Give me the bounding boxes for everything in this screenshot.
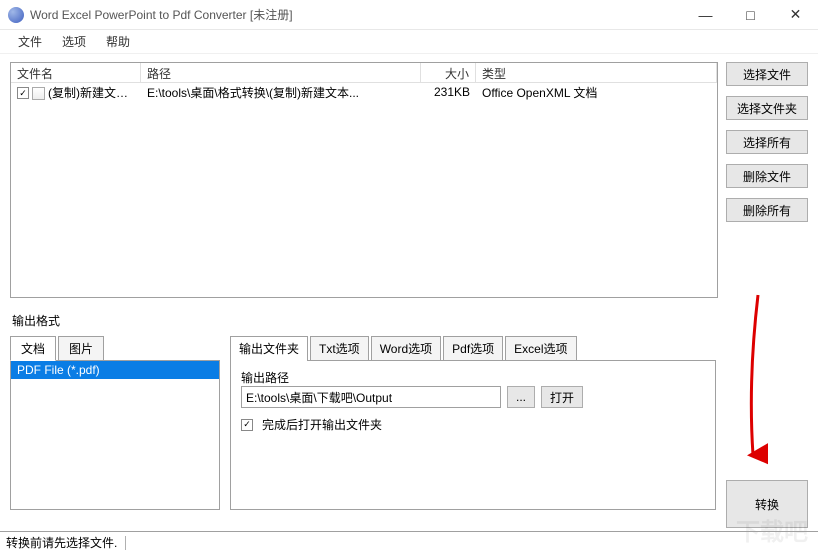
file-icon	[32, 87, 45, 100]
window-controls: ― □ ✕	[683, 0, 818, 29]
app-icon	[8, 7, 24, 23]
col-header-name[interactable]: 文件名	[11, 63, 141, 82]
menubar: 文件 选项 帮助	[0, 30, 818, 54]
col-header-type[interactable]: 类型	[476, 63, 717, 82]
cell-size: 231KB	[421, 85, 476, 99]
browse-button[interactable]: ...	[507, 386, 535, 408]
output-path-row: ... 打开	[241, 386, 705, 408]
status-separator	[125, 536, 126, 550]
close-button[interactable]: ✕	[773, 0, 818, 29]
window-title: Word Excel PowerPoint to Pdf Converter […	[30, 6, 683, 23]
output-path-label: 输出路径	[241, 369, 705, 386]
cell-path: E:\tools\桌面\格式转换\(复制)新建文本...	[141, 84, 421, 101]
tab-image[interactable]: 图片	[58, 336, 104, 361]
col-header-path[interactable]: 路径	[141, 63, 421, 82]
format-panel: 文档 图片 PDF File (*.pdf)	[10, 335, 220, 510]
main-area: 文件名 路径 大小 类型 ✓ (复制)新建文本... E:\tools\桌面\格式…	[0, 54, 818, 510]
menu-file[interactable]: 文件	[8, 31, 52, 52]
tab-pdf-options[interactable]: Pdf选项	[443, 336, 503, 361]
open-after-label: 完成后打开输出文件夹	[262, 416, 382, 433]
tab-output-folder[interactable]: 输出文件夹	[230, 336, 308, 361]
tab-document[interactable]: 文档	[10, 336, 56, 361]
menu-options[interactable]: 选项	[52, 31, 96, 52]
cell-name-text: (复制)新建文本...	[48, 86, 138, 100]
select-folder-button[interactable]: 选择文件夹	[726, 96, 808, 120]
file-list[interactable]: 文件名 路径 大小 类型 ✓ (复制)新建文本... E:\tools\桌面\格式…	[10, 62, 718, 298]
output-tab-body: 输出路径 ... 打开 ✓ 完成后打开输出文件夹	[230, 360, 716, 510]
open-after-row: ✓ 完成后打开输出文件夹	[241, 416, 705, 433]
col-header-size[interactable]: 大小	[421, 63, 476, 82]
filelist-wrap: 文件名 路径 大小 类型 ✓ (复制)新建文本... E:\tools\桌面\格式…	[10, 62, 808, 298]
side-buttons: 选择文件 选择文件夹 选择所有 删除文件 删除所有	[726, 62, 808, 298]
status-text: 转换前请先选择文件.	[6, 534, 117, 551]
output-tabs: 输出文件夹 Txt选项 Word选项 Pdf选项 Excel选项	[230, 336, 716, 361]
output-path-input[interactable]	[241, 386, 501, 408]
select-all-button[interactable]: 选择所有	[726, 130, 808, 154]
cell-name: ✓ (复制)新建文本...	[11, 84, 141, 101]
tab-txt-options[interactable]: Txt选项	[310, 336, 369, 361]
select-file-button[interactable]: 选择文件	[726, 62, 808, 86]
delete-file-button[interactable]: 删除文件	[726, 164, 808, 188]
lower-panel: 文档 图片 PDF File (*.pdf) 输出文件夹 Txt选项 Word选…	[10, 335, 808, 510]
output-format-label: 输出格式	[12, 312, 808, 329]
titlebar: Word Excel PowerPoint to Pdf Converter […	[0, 0, 818, 30]
table-row[interactable]: ✓ (复制)新建文本... E:\tools\桌面\格式转换\(复制)新建文本..…	[11, 83, 717, 101]
minimize-button[interactable]: ―	[683, 0, 728, 29]
format-tabs: 文档 图片	[10, 336, 220, 361]
format-list[interactable]: PDF File (*.pdf)	[11, 361, 219, 509]
maximize-button[interactable]: □	[728, 0, 773, 29]
row-checkbox[interactable]: ✓	[17, 87, 29, 99]
cell-type: Office OpenXML 文档	[476, 84, 717, 101]
format-tab-body: PDF File (*.pdf)	[10, 360, 220, 510]
file-list-header: 文件名 路径 大小 类型	[11, 63, 717, 83]
open-after-checkbox[interactable]: ✓	[241, 419, 253, 431]
tab-word-options[interactable]: Word选项	[371, 336, 441, 361]
convert-button[interactable]: 转换	[726, 480, 808, 528]
statusbar: 转换前请先选择文件.	[0, 531, 818, 553]
tab-excel-options[interactable]: Excel选项	[505, 336, 576, 361]
menu-help[interactable]: 帮助	[96, 31, 140, 52]
convert-area: 转换	[726, 335, 808, 510]
open-button[interactable]: 打开	[541, 386, 583, 408]
format-item-pdf[interactable]: PDF File (*.pdf)	[11, 361, 219, 379]
delete-all-button[interactable]: 删除所有	[726, 198, 808, 222]
output-panel: 输出文件夹 Txt选项 Word选项 Pdf选项 Excel选项 输出路径 ..…	[230, 335, 716, 510]
